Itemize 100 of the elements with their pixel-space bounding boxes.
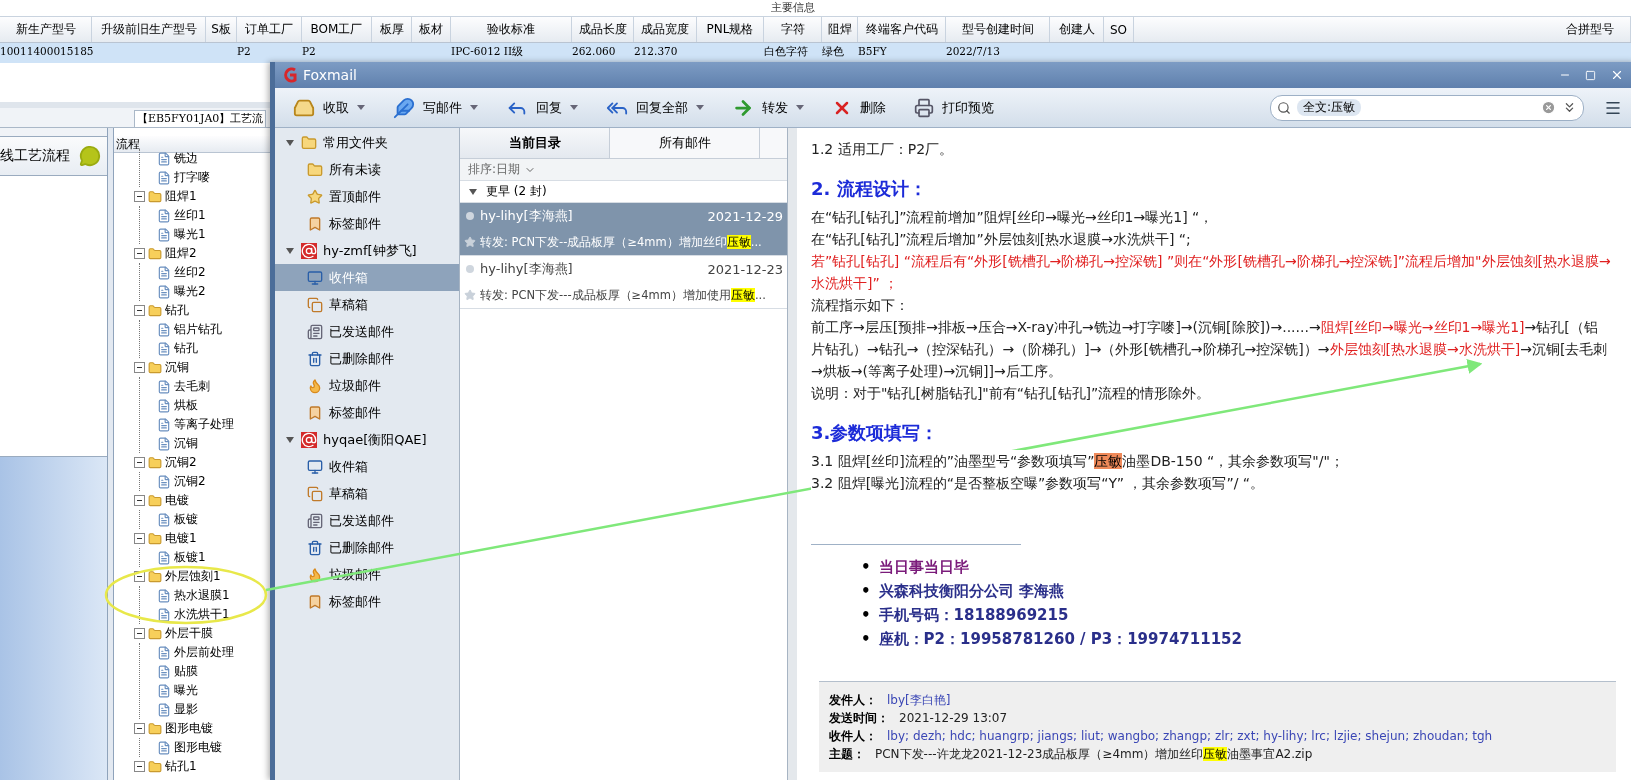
list-tab[interactable]: 当前目录 [460, 128, 610, 158]
tree-item[interactable]: 钻孔 [165, 302, 189, 319]
tree-item[interactable]: 贴膜 [174, 663, 198, 680]
collapse-arrow-icon[interactable] [468, 186, 478, 197]
tree-item[interactable]: 外层蚀刻1 [165, 568, 221, 585]
tree-item[interactable]: 沉铜2 [165, 454, 197, 471]
folder-item[interactable]: 已发送邮件 [275, 318, 459, 345]
collapse-icon[interactable] [134, 305, 145, 316]
column-header[interactable]: 成品宽度 [634, 17, 697, 42]
folder-item[interactable]: 置顶邮件 [275, 183, 459, 210]
column-header[interactable]: 型号创建时间 [946, 17, 1050, 42]
folder-item[interactable]: 收件箱 [275, 453, 459, 480]
collapse-arrow-icon[interactable] [285, 245, 295, 256]
folder-item[interactable]: 标签邮件 [275, 210, 459, 237]
tree-item[interactable]: 打字嘜 [174, 169, 210, 186]
tree-item[interactable]: 图形电镀 [174, 739, 222, 756]
message-item[interactable]: hy-lihy[李海燕] 2021-12-29 转发: PCN下发--成品板厚（≥4mm）增加丝印压敏... [460, 203, 787, 256]
tree-item[interactable]: 沉铜 [165, 359, 189, 376]
column-header[interactable]: 订单工厂 [237, 17, 302, 42]
tree-item[interactable]: 板镀 [174, 511, 198, 528]
toolbar-button[interactable]: 回复 [502, 94, 582, 121]
column-header[interactable]: 验收标准 [451, 17, 572, 42]
tree-item[interactable]: 去毛刺 [174, 378, 210, 395]
tree-item[interactable]: 沉铜2 [174, 473, 206, 490]
address-link[interactable]: lby; dezh; hdc; huangrp; jiangs; liut; wangbo; zhangp; zlr; zxt; hy-lihy; lrc; lzjie; shejun; zhoudan; tgh [887, 728, 1493, 744]
tree-item[interactable]: 显影 [174, 701, 198, 718]
collapse-icon[interactable] [134, 723, 145, 734]
tree-item[interactable]: 外层前处理 [174, 644, 234, 661]
folder-group-label[interactable]: hyqae[衡阳QAE] [323, 430, 427, 449]
tree-item[interactable]: 曝光2 [174, 283, 206, 300]
column-header[interactable]: 新生产型号 [0, 17, 92, 42]
toolbar-button[interactable]: 转发 [728, 94, 808, 121]
collapse-icon[interactable] [134, 571, 145, 582]
tree-item[interactable]: 板镀1 [174, 549, 206, 566]
tree-item[interactable]: 等离子处理 [174, 416, 234, 433]
column-header[interactable]: BOM工厂 [302, 17, 372, 42]
folder-item[interactable]: 所有未读 [275, 156, 459, 183]
column-header[interactable]: PNL规格 [697, 17, 764, 42]
collapse-icon[interactable] [134, 248, 145, 259]
sort-label[interactable]: 排序:日期 [468, 161, 521, 178]
column-header[interactable]: 板厚 [372, 17, 412, 42]
collapse-icon[interactable] [134, 761, 145, 772]
toolbar-button[interactable]: 回复全部 [602, 94, 708, 121]
folder-item[interactable]: 草稿箱 [275, 480, 459, 507]
tree-item[interactable]: 水洗烘干1 [174, 606, 230, 623]
column-header[interactable]: 合拼型号 [1550, 17, 1631, 42]
search-field[interactable]: 全文:压敏 [1270, 94, 1584, 121]
folder-item[interactable]: 标签邮件 [275, 588, 459, 615]
tree-item[interactable]: 阻焊1 [165, 188, 197, 205]
column-header[interactable]: SO [1104, 17, 1134, 42]
tree-item[interactable]: 曝光 [174, 682, 198, 699]
collapse-arrow-icon[interactable] [285, 434, 295, 445]
tree-item[interactable]: 热水退膜1 [174, 587, 230, 604]
folder-item[interactable]: 已删除邮件 [275, 534, 459, 561]
folder-group-label[interactable]: hy-zmf[钟梦飞] [323, 241, 417, 260]
folder-item[interactable]: 已发送邮件 [275, 507, 459, 534]
collapse-icon[interactable] [134, 628, 145, 639]
collapse-icon[interactable] [134, 362, 145, 373]
toolbar-button[interactable]: 收取 [289, 94, 369, 121]
tree-item[interactable]: 烘板 [174, 397, 198, 414]
table-row[interactable]: 10011400015185 P2 P2 IPC-6012 II级 262.060 212.370 白色字符 绿色 B5FY 2022/7/13 [0, 43, 1631, 63]
tree-item[interactable]: 外层干膜 [165, 625, 213, 642]
column-header[interactable]: 成品长度 [572, 17, 634, 42]
toolbar-button[interactable]: 打印预览 [910, 95, 998, 120]
column-header[interactable]: 阻焊 [822, 17, 858, 42]
tree-item[interactable]: 沉铜 [174, 435, 198, 452]
toolbar-button[interactable]: 删除 [828, 95, 890, 120]
column-header[interactable]: 升级前旧生产型号 [92, 17, 206, 42]
collapse-icon[interactable] [134, 191, 145, 202]
tree-item[interactable]: 钻孔1 [165, 758, 197, 775]
tree-item[interactable]: 钻孔 [174, 340, 198, 357]
clear-icon[interactable] [1541, 100, 1556, 115]
tree-item[interactable]: 阻焊2 [165, 245, 197, 262]
tree-item[interactable]: 曝光1 [174, 226, 206, 243]
address-link[interactable]: lby[李白艳] [887, 692, 951, 708]
folder-item[interactable]: 垃圾邮件 [275, 372, 459, 399]
folder-item[interactable]: 标签邮件 [275, 399, 459, 426]
tree-item[interactable]: 电镀 [165, 492, 189, 509]
folder-item[interactable]: 已删除邮件 [275, 345, 459, 372]
tree-item[interactable]: 丝印2 [174, 264, 206, 281]
column-header[interactable]: 字符 [764, 17, 822, 42]
star-icon[interactable] [464, 236, 476, 248]
column-header[interactable]: 终端客户代码 [858, 17, 946, 42]
star-icon[interactable] [464, 289, 476, 301]
tree-item[interactable]: 铝片钻孔 [174, 321, 222, 338]
collapse-arrow-icon[interactable] [285, 137, 295, 148]
tree-item[interactable]: 丝印1 [174, 207, 206, 224]
collapse-icon[interactable] [134, 457, 145, 468]
folder-group-label[interactable]: 常用文件夹 [323, 133, 388, 152]
tree-item[interactable]: 图形电镀 [165, 720, 213, 737]
process-tab[interactable]: 【EB5FY01JA0】工艺流 [134, 110, 267, 127]
column-header[interactable]: 板材 [412, 17, 451, 42]
column-header[interactable]: S板 [206, 17, 237, 42]
column-header[interactable]: 创建人 [1050, 17, 1104, 42]
tree-item[interactable]: 铣边 [174, 150, 198, 167]
collapse-icon[interactable] [134, 533, 145, 544]
tree-item[interactable]: 电镀1 [165, 530, 197, 547]
folder-item[interactable]: 草稿箱 [275, 291, 459, 318]
toolbar-button[interactable]: 写邮件 [389, 94, 482, 121]
collapse-icon[interactable] [134, 495, 145, 506]
